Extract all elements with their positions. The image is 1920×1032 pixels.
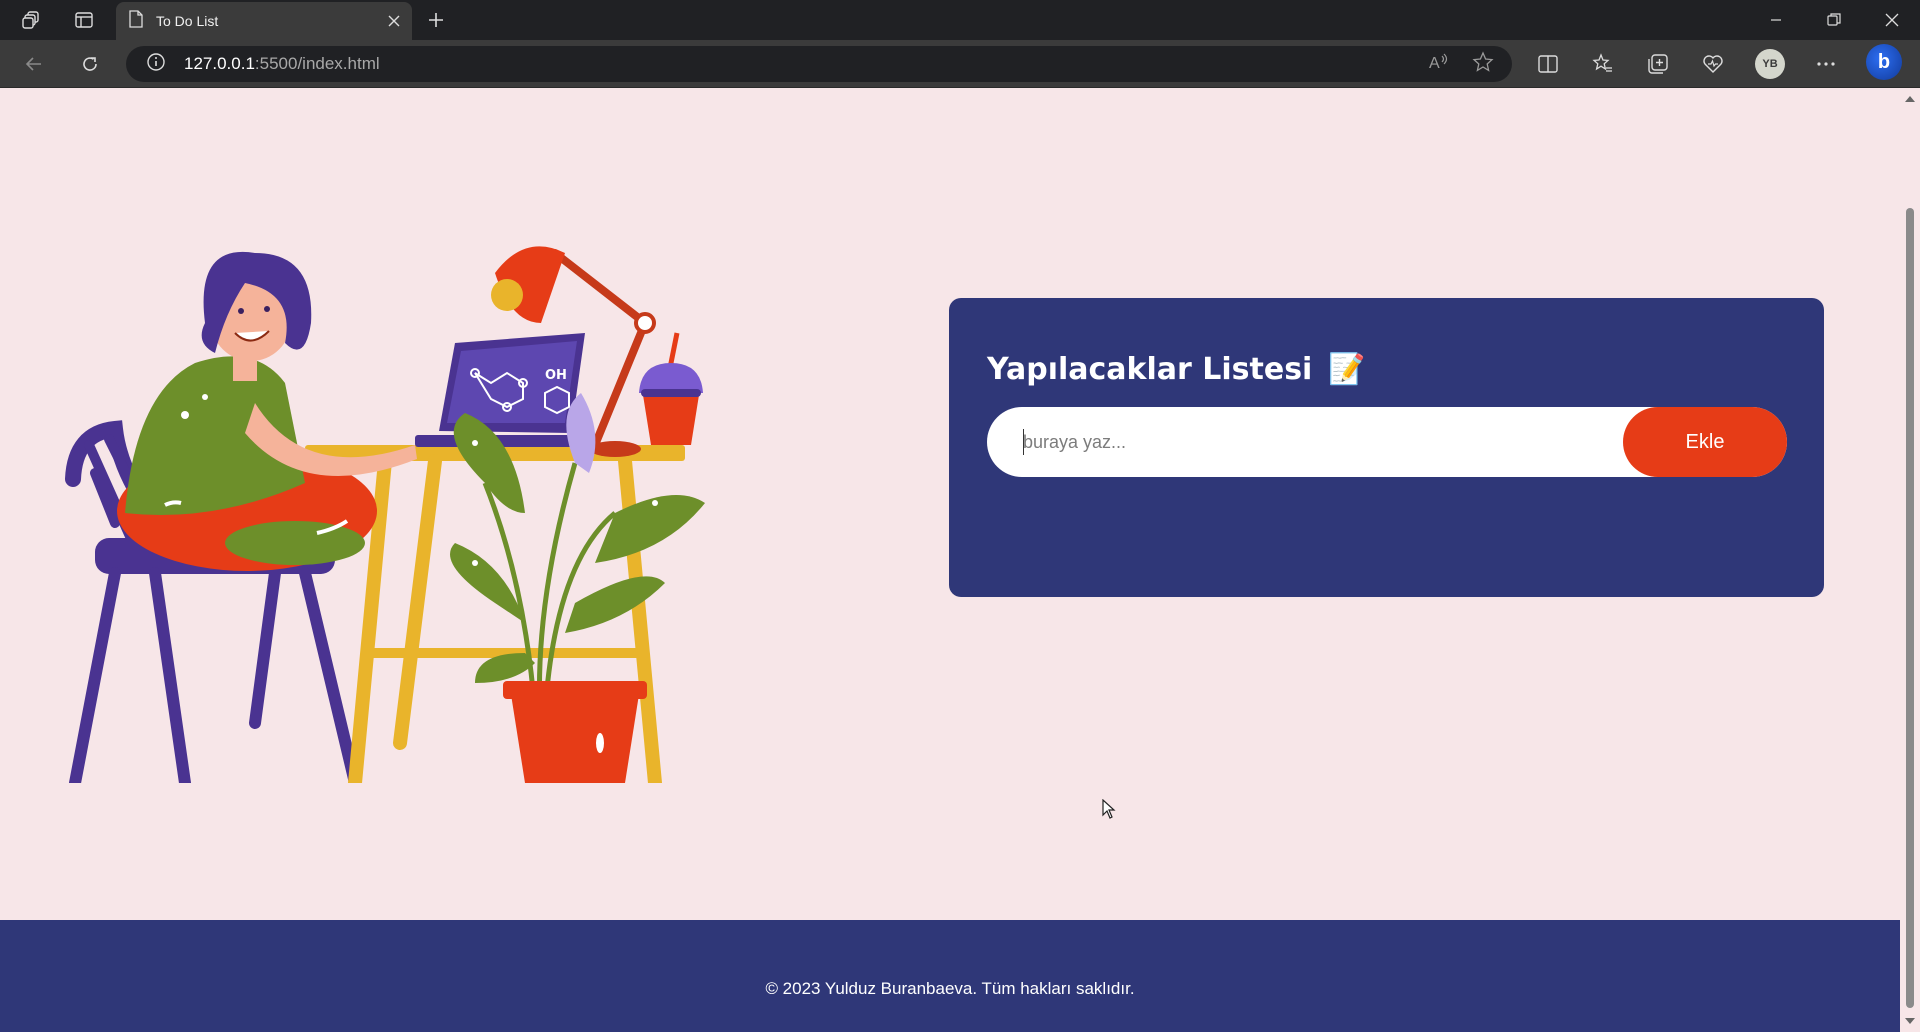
laptop-illustration: OH <box>415 333 585 447</box>
close-tab-icon[interactable] <box>388 12 400 31</box>
page-footer: © 2023 Yulduz Buranbaeva. Tüm hakları sa… <box>0 920 1900 1032</box>
page-icon <box>128 10 144 32</box>
new-tab-icon[interactable] <box>418 4 454 36</box>
copilot-icon[interactable]: b <box>1866 44 1902 80</box>
minimize-icon[interactable] <box>1748 0 1804 40</box>
site-info-icon[interactable] <box>146 52 166 76</box>
profile-initials: YB <box>1755 49 1785 79</box>
page-viewport: OH Yapılacaklar Listesi 📝 buraya yaz... … <box>0 88 1900 1032</box>
browser-toolbar: 127.0.0.1:5500/index.html A YB b <box>0 40 1920 88</box>
svg-text:A: A <box>1429 55 1440 72</box>
scroll-thumb[interactable] <box>1906 208 1914 1008</box>
tab-actions-icon[interactable] <box>66 4 102 36</box>
favorites-icon[interactable] <box>1585 48 1621 80</box>
card-title: Yapılacaklar Listesi 📝 <box>987 352 1786 387</box>
favorite-star-icon[interactable] <box>1472 51 1494 77</box>
tab-title: To Do List <box>156 13 219 29</box>
split-screen-icon[interactable] <box>1530 48 1566 80</box>
page-scrollbar[interactable] <box>1900 88 1920 1032</box>
woman-illustration <box>117 251 417 571</box>
url-host: 127.0.0.1 <box>184 54 255 73</box>
mouse-cursor-icon <box>1102 798 1116 823</box>
footer-copyright: © 2023 Yulduz Buranbaeva. Tüm hakları sa… <box>765 979 1135 998</box>
close-window-icon[interactable] <box>1864 0 1920 40</box>
input-row: Ekle <box>987 407 1787 477</box>
scroll-down-icon[interactable] <box>1905 1018 1915 1024</box>
drink-cup-illustration <box>639 332 703 445</box>
svg-text:OH: OH <box>545 368 567 383</box>
text-caret <box>1023 429 1024 455</box>
refresh-icon[interactable] <box>72 48 108 80</box>
restore-icon[interactable] <box>1806 0 1862 40</box>
scroll-up-icon[interactable] <box>1905 96 1915 102</box>
woman-at-desk-illustration: OH <box>65 246 705 783</box>
url-path: :5500/index.html <box>254 54 380 73</box>
card-title-text: Yapılacaklar Listesi <box>987 352 1313 387</box>
browser-tabbar: To Do List <box>0 0 1920 40</box>
address-bar[interactable]: 127.0.0.1:5500/index.html A <box>126 46 1512 82</box>
collections-icon[interactable] <box>1640 48 1676 80</box>
read-aloud-icon[interactable]: A <box>1428 52 1450 76</box>
notepad-emoji-icon: 📝 <box>1328 352 1366 387</box>
back-icon[interactable] <box>16 48 52 80</box>
tab-active[interactable]: To Do List <box>116 2 412 40</box>
todo-card: Yapılacaklar Listesi 📝 Ekle <box>949 298 1824 597</box>
more-options-icon[interactable] <box>1808 48 1844 80</box>
browser-essentials-icon[interactable] <box>1695 48 1731 80</box>
add-button[interactable]: Ekle <box>1623 407 1787 477</box>
profile-avatar[interactable]: YB <box>1752 48 1788 80</box>
workspaces-icon[interactable] <box>14 4 50 36</box>
